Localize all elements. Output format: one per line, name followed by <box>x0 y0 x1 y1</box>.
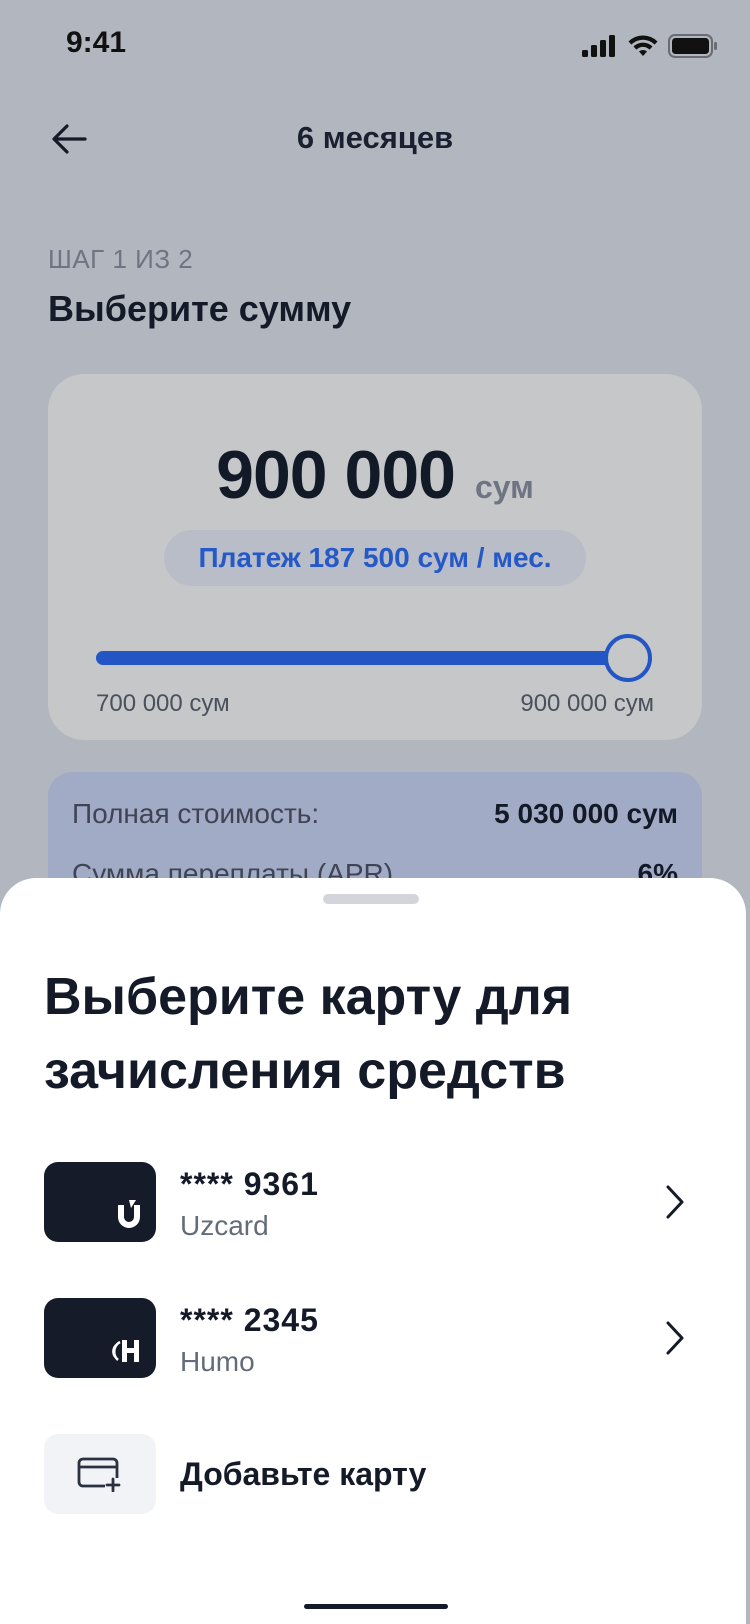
add-card-button[interactable]: Добавьте карту <box>0 1434 746 1520</box>
section-title: Выберите сумму <box>48 288 352 329</box>
slider-min-label: 700 000 сум <box>96 690 230 717</box>
card-thumbnail <box>44 1298 156 1378</box>
status-time: 9:41 <box>66 26 127 59</box>
add-card-thumbnail <box>44 1434 156 1514</box>
card-selection-bottom-sheet: Выберите карту для зачисления средств **… <box>0 878 746 1624</box>
card-number: **** 9361 <box>180 1166 319 1202</box>
sheet-grabber[interactable] <box>323 894 419 904</box>
card-option-humo[interactable]: **** 2345 Humo <box>0 1298 746 1384</box>
status-bar: 9:41 <box>0 0 750 92</box>
humo-logo-icon <box>112 1340 139 1362</box>
card-type: Uzcard <box>180 1210 269 1241</box>
summary-value: 5 030 000 сум <box>494 798 678 829</box>
summary-row-total-cost: Полная стоимость: 5 030 000 сум <box>72 798 678 830</box>
card-number: **** 2345 <box>180 1302 319 1338</box>
amount-unit: сум <box>474 469 534 505</box>
page-title: 6 месяцев <box>296 120 454 155</box>
slider-thumb[interactable] <box>604 634 652 682</box>
top-navigation-bar: 6 месяцев <box>0 100 750 182</box>
amount-card: 900 000 сум Платеж 187 500 сум / мес. 70… <box>48 374 702 740</box>
amount-slider[interactable] <box>96 634 652 682</box>
chevron-right-icon <box>666 1321 684 1355</box>
uzcard-logo-icon <box>118 1200 140 1228</box>
step-indicator: ШАГ 1 ИЗ 2 <box>48 244 194 274</box>
battery-icon <box>668 34 717 58</box>
slider-track <box>96 651 628 665</box>
cellular-signal-icon <box>582 35 615 57</box>
add-card-label: Добавьте карту <box>180 1456 427 1492</box>
card-type: Humo <box>180 1346 255 1377</box>
slider-max-label: 900 000 сум <box>520 690 654 717</box>
status-icons <box>582 34 718 58</box>
card-option-uzcard[interactable]: **** 9361 Uzcard <box>0 1162 746 1248</box>
wifi-icon <box>628 35 658 56</box>
chevron-right-icon <box>666 1185 684 1219</box>
sheet-title: Выберите карту для зачисления средств <box>44 968 573 1100</box>
monthly-payment-badge: Платеж 187 500 сум / мес. <box>164 530 586 586</box>
summary-label: Полная стоимость: <box>72 798 320 829</box>
amount-display: 900 000 сум <box>48 436 702 514</box>
card-thumbnail <box>44 1162 156 1242</box>
home-indicator <box>304 1604 448 1609</box>
amount-value: 900 000 <box>216 437 456 513</box>
add-card-icon <box>77 1457 121 1492</box>
